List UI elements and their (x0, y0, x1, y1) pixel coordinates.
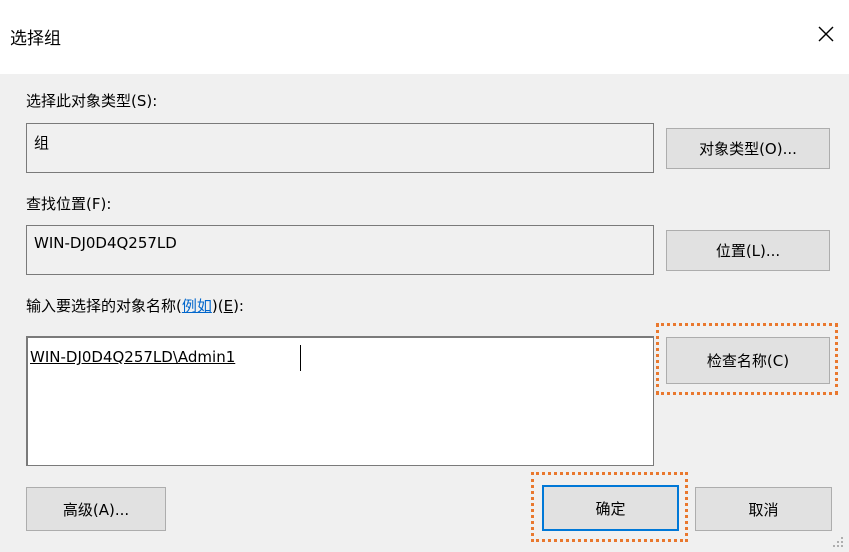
resize-grip-icon[interactable] (832, 536, 844, 548)
object-names-label: 输入要选择的对象名称(例如)(E): (26, 295, 244, 316)
dialog-title: 选择组 (10, 29, 61, 49)
cancel-button[interactable]: 取消 (695, 487, 832, 531)
object-names-value: WIN-DJ0D4Q257LD\Admin1 (30, 348, 236, 366)
object-names-label-suffix: ): (233, 297, 244, 315)
object-type-field: 组 (26, 123, 654, 173)
location-value: WIN-DJ0D4Q257LD (34, 234, 177, 252)
location-field: WIN-DJ0D4Q257LD (26, 225, 654, 275)
object-type-value: 组 (34, 134, 50, 152)
check-names-button[interactable]: 检查名称(C) (666, 337, 830, 384)
object-names-label-prefix: 输入要选择的对象名称( (26, 297, 182, 315)
location-label: 查找位置(F): (26, 195, 112, 213)
close-icon (818, 26, 834, 42)
object-types-button[interactable]: 对象类型(O)... (666, 128, 830, 169)
locations-button[interactable]: 位置(L)... (666, 230, 830, 271)
advanced-button[interactable]: 高级(A)... (26, 487, 166, 531)
object-names-label-mid: )( (211, 297, 224, 315)
examples-link[interactable]: 例如 (182, 297, 212, 315)
object-names-label-key: E (223, 297, 234, 315)
ok-button[interactable]: 确定 (542, 485, 679, 531)
title-bar: 选择组 (0, 0, 849, 74)
object-names-textarea[interactable]: WIN-DJ0D4Q257LD\Admin1 (26, 336, 654, 466)
select-group-dialog: 选择组 选择此对象类型(S): 组 对象类型(O)... 查找位置(F): WI… (0, 0, 849, 552)
object-type-label: 选择此对象类型(S): (26, 92, 158, 110)
text-caret (300, 345, 301, 371)
close-button[interactable] (806, 14, 846, 54)
